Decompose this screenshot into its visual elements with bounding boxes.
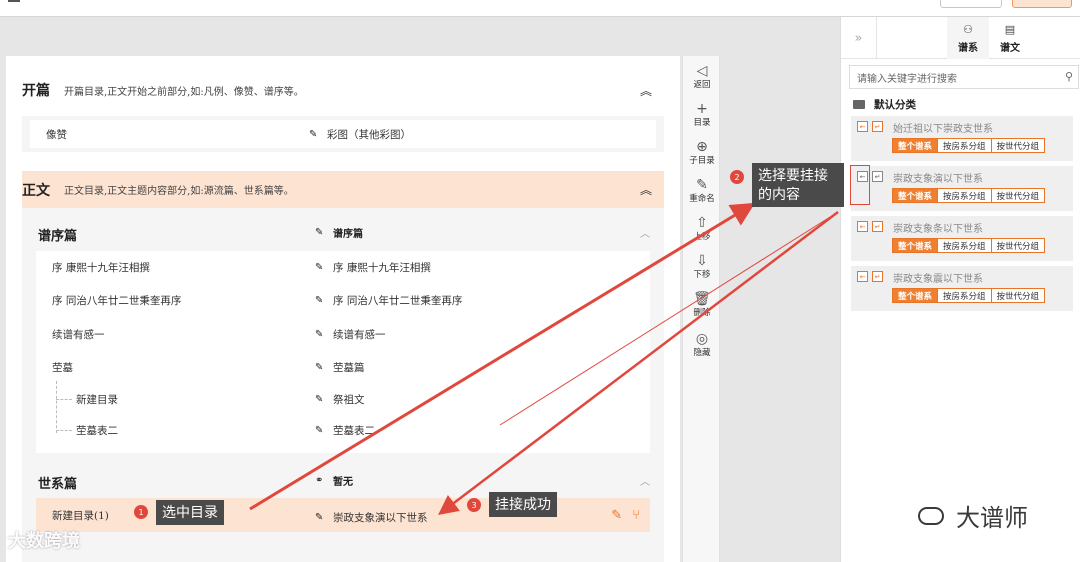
watermark-text: 大谱师 (956, 504, 1028, 532)
watermark-left: 大数跨境 (8, 527, 80, 553)
arrow-step1-to-step2 (249, 202, 756, 511)
callout-step1: 选中目录 (156, 500, 224, 525)
step-badge: 2 (730, 170, 744, 184)
step-badge: 1 (134, 505, 148, 519)
watermark-right: 大谱师 (918, 498, 1028, 533)
arrow-step2-to-step3 (438, 211, 839, 516)
wechat-icon (918, 506, 944, 525)
step-badge: 3 (467, 498, 481, 512)
arrow-guide-line (499, 211, 839, 426)
callout-step3: 挂接成功 (489, 492, 557, 517)
callout-step2: 选择要挂接的内容 (752, 163, 844, 207)
watermark-text: 大数跨境 (8, 531, 80, 552)
annotation-arrows (249, 202, 839, 516)
